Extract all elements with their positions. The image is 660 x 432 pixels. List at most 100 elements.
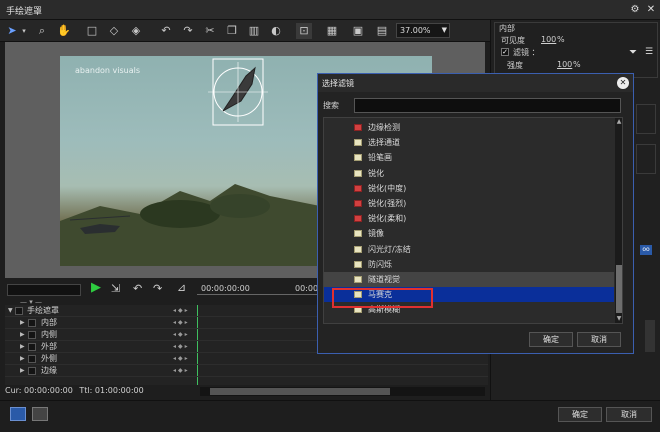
selection-highlight-box bbox=[332, 288, 433, 308]
rectangle-icon[interactable]: □ bbox=[84, 23, 100, 39]
search-label: 搜索 bbox=[323, 101, 339, 110]
layout-a-icon[interactable] bbox=[10, 407, 26, 421]
dialog-title: 选择滤镜 bbox=[322, 79, 354, 88]
filter-item-label: 闪光灯/冻结 bbox=[368, 244, 411, 254]
ttl-label: Ttl: bbox=[79, 386, 93, 395]
bottom-bar: 确定 取消 bbox=[0, 400, 660, 432]
filter-icon bbox=[354, 260, 362, 268]
graph-icon[interactable]: ⊿ bbox=[177, 281, 186, 294]
timeline-scrollbar[interactable] bbox=[200, 387, 485, 396]
filter-list-scrollbar[interactable]: ▲ ▼ bbox=[615, 118, 622, 323]
dialog-cancel-button[interactable]: 取消 bbox=[577, 332, 621, 347]
panel-menu-icon[interactable]: ☰ bbox=[645, 47, 653, 57]
filter-item-label: 防闪烁 bbox=[368, 259, 392, 269]
zoom-slider-icon[interactable]: — ▾ — bbox=[20, 298, 60, 306]
layout-b-icon[interactable] bbox=[32, 407, 48, 421]
filter-icon bbox=[354, 245, 362, 253]
close-icon[interactable]: ✕ bbox=[644, 3, 658, 17]
hand-icon[interactable]: ✋ bbox=[56, 23, 72, 39]
search-input[interactable] bbox=[354, 98, 621, 113]
cancel-button[interactable]: 取消 bbox=[606, 407, 652, 422]
filter-item-label: 锐化(强烈) bbox=[368, 199, 407, 208]
filter-list-item[interactable]: 锐化(中度) bbox=[324, 181, 614, 196]
window-title: 手绘遮罩 bbox=[6, 7, 43, 17]
undo-icon[interactable]: ↶ bbox=[158, 23, 174, 39]
window-titlebar: 手绘遮罩 ⚙ ✕ bbox=[0, 0, 660, 20]
display-icon[interactable]: ▤ bbox=[374, 23, 390, 39]
strength-unit: % bbox=[573, 60, 581, 69]
mask-icon[interactable]: ◐ bbox=[268, 23, 284, 39]
inner-section: 内部 可见度 100 % ✓ 滤镜 ： 强度 100 % ⏷ ☰ bbox=[494, 22, 658, 78]
track-row[interactable]: ▶ 外侧 ◂◆▸ bbox=[5, 353, 488, 365]
zoom-icon[interactable]: ⌕ bbox=[34, 23, 50, 39]
filter-list-item[interactable]: 镜像 bbox=[324, 226, 614, 241]
strength-value[interactable]: 100 bbox=[557, 60, 572, 69]
dialog-ok-button[interactable]: 确定 bbox=[529, 332, 573, 347]
play-icon[interactable]: ▶ bbox=[91, 280, 101, 295]
settings-icon[interactable]: ⚙ bbox=[628, 3, 642, 17]
section-title: 内部 bbox=[499, 24, 515, 33]
toolbar: ➤ ▾ ⌕ ✋ □ ◇ ◈ ↶ ↷ ✂ ❐ ▥ ◐ ⊡ ▦ ▣ ▤ 37.00%… bbox=[0, 20, 490, 42]
cut-icon[interactable]: ✂ bbox=[202, 23, 218, 39]
filter-red-icon bbox=[354, 184, 362, 192]
timeline-timecode: 00:00:00:00 bbox=[201, 284, 250, 293]
redo-timeline-icon[interactable]: ↷ bbox=[153, 282, 162, 295]
zoom-select[interactable]: 37.00% ▼ bbox=[396, 23, 450, 38]
filter-icon bbox=[354, 139, 362, 147]
loop-icon[interactable]: ⇲ bbox=[111, 282, 120, 295]
feather-checkbox[interactable]: ✓ bbox=[501, 48, 509, 56]
filter-item-label: 锐化(中度) bbox=[368, 183, 407, 193]
preview-watermark: abandon visuals bbox=[75, 66, 141, 75]
view-icon[interactable]: ▣ bbox=[350, 23, 366, 39]
filter-item-label: 选择通道 bbox=[368, 138, 400, 148]
filter-list-item[interactable]: 边缘检测 bbox=[324, 120, 614, 135]
dialog-close-icon[interactable]: ✕ bbox=[617, 77, 629, 89]
filter-red-icon bbox=[354, 124, 362, 131]
zoom-value: 37.00% bbox=[400, 26, 431, 35]
delete-icon[interactable]: ▥ bbox=[246, 23, 262, 39]
mask-selection-overlay[interactable] bbox=[208, 56, 268, 128]
filter-item-label: 镜像 bbox=[368, 229, 384, 239]
timecode-field[interactable] bbox=[7, 284, 81, 296]
chevron-down-icon[interactable]: ▾ bbox=[16, 23, 32, 39]
filter-list-item[interactable]: 锐化(柔和) bbox=[324, 211, 614, 226]
undo-timeline-icon[interactable]: ↶ bbox=[133, 282, 142, 295]
feather-label: 滤镜 ： bbox=[513, 48, 540, 57]
filter-list-item[interactable]: 锐化 bbox=[324, 166, 614, 181]
visibility-value[interactable]: 100 bbox=[541, 35, 556, 44]
filter-item-label: 锐化(柔和) bbox=[368, 214, 407, 224]
filter-item-label: 隧道视觉 bbox=[368, 275, 400, 284]
ok-button[interactable]: 确定 bbox=[558, 407, 602, 422]
paint-bucket-icon[interactable]: ◈ bbox=[128, 23, 144, 39]
zoom-dropdown-icon: ▼ bbox=[441, 26, 447, 34]
filter-icon[interactable]: ⏷ bbox=[629, 47, 637, 58]
filter-icon bbox=[354, 276, 362, 283]
strength-label: 强度 bbox=[507, 61, 523, 70]
redo-icon[interactable]: ↷ bbox=[180, 23, 196, 39]
scroll-up-icon[interactable]: ▲ bbox=[615, 118, 622, 125]
side-control-b[interactable] bbox=[636, 144, 656, 174]
filter-list-item[interactable]: 选择通道 bbox=[324, 135, 614, 150]
dialog-titlebar: 选择滤镜 ✕ bbox=[318, 74, 633, 92]
filter-list-item[interactable]: 隧道视觉 bbox=[324, 272, 614, 287]
select-filter-dialog: 选择滤镜 ✕ 搜索 边缘检测选择通道铅笔画 锐化锐化(中度) 锐化(强烈) 锐化(柔和… bbox=[317, 73, 634, 354]
filter-list-scroll-thumb[interactable] bbox=[616, 265, 622, 313]
ellipse-icon[interactable]: ◇ bbox=[106, 23, 122, 39]
filter-list-item[interactable]: 锐化(强烈) bbox=[324, 196, 614, 211]
filter-list-item[interactable]: 防闪烁 bbox=[324, 257, 614, 272]
cur-label: Cur: bbox=[5, 386, 22, 395]
grid-icon[interactable]: ▦ bbox=[324, 23, 340, 39]
side-control-a[interactable] bbox=[636, 104, 656, 134]
filter-list-item[interactable]: 闪光灯/冻结 bbox=[324, 242, 614, 257]
copy-icon[interactable]: ❐ bbox=[224, 23, 240, 39]
filter-list-item[interactable]: 铅笔画 bbox=[324, 150, 614, 165]
track-row[interactable]: ▶ 边缘 ◂◆▸ bbox=[5, 365, 488, 377]
filter-item-label: 边缘检测 bbox=[368, 123, 400, 132]
scroll-down-icon[interactable]: ▼ bbox=[615, 315, 622, 322]
fit-screen-icon[interactable]: ⊡ bbox=[296, 23, 312, 39]
panel-scrollbar[interactable] bbox=[645, 320, 655, 352]
visibility-label: 可见度 bbox=[501, 36, 525, 45]
filter-icon bbox=[354, 169, 362, 177]
link-icon[interactable]: oo bbox=[640, 245, 652, 255]
timeline-scroll-thumb[interactable] bbox=[210, 388, 390, 395]
